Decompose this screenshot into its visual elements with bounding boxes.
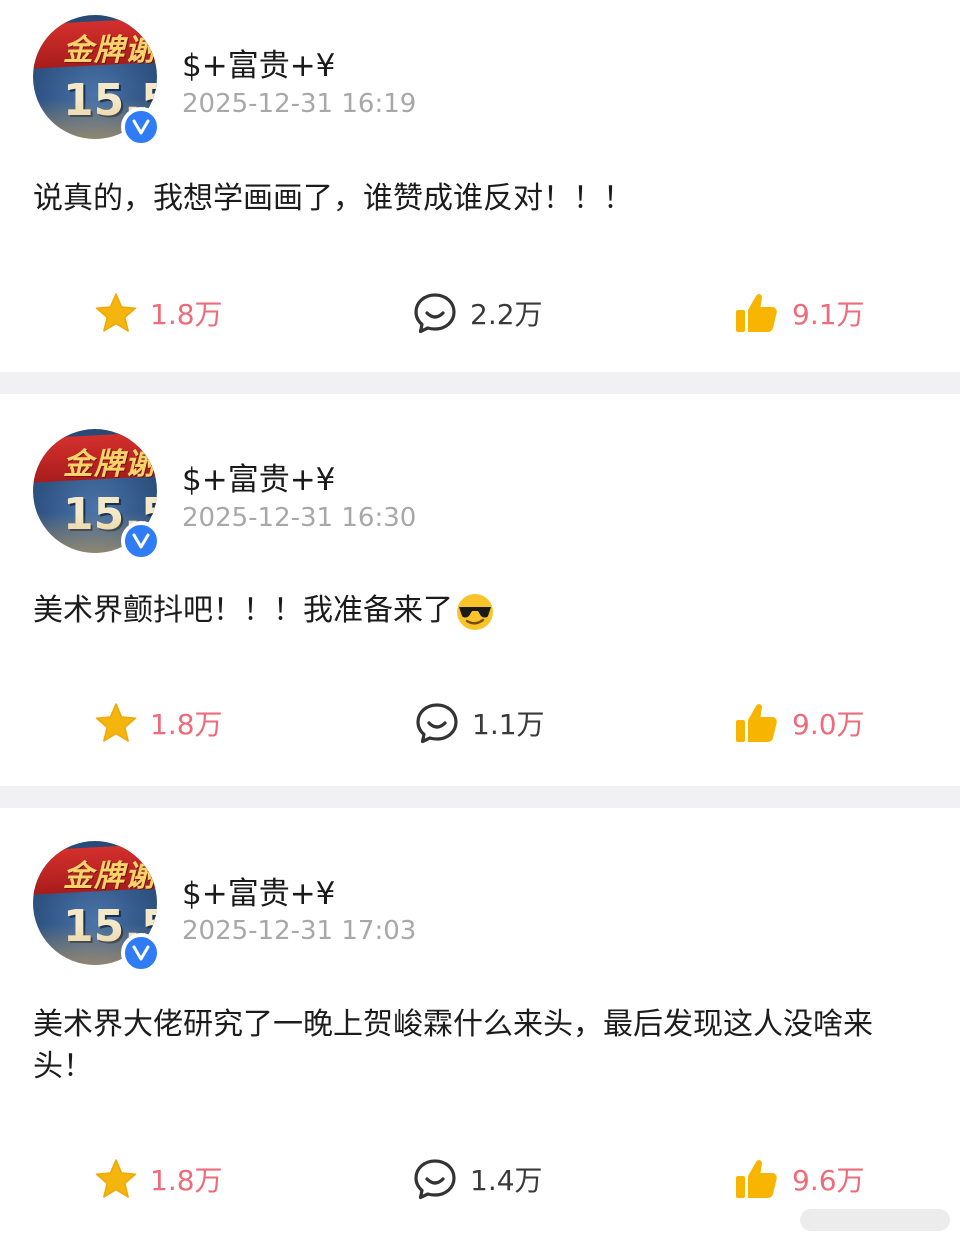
like-count: 9.0万	[792, 708, 865, 741]
comment-count: 1.1万	[472, 708, 545, 741]
comment-count: 1.4万	[470, 1164, 543, 1197]
thumbs-up-icon	[736, 294, 777, 332]
favorite-button[interactable]: 1.8万	[94, 1154, 223, 1204]
comment-icon	[416, 703, 458, 744]
avatar-banner-text: 金牌谢	[63, 33, 156, 68]
username[interactable]: $+富贵+¥	[182, 454, 335, 499]
favorite-button[interactable]: 1.8万	[94, 288, 223, 338]
star-icon	[95, 1159, 137, 1198]
comment-icon	[414, 293, 456, 334]
post-card[interactable]: 金牌谢 15.5 $+富贵+¥ 2025-12-31 16:19 说真的，我想学…	[0, 0, 960, 372]
feed: 金牌谢 15.5 $+富贵+¥ 2025-12-31 16:19 说真的，我想学…	[0, 0, 960, 1239]
like-count: 9.1万	[792, 298, 865, 331]
post-divider	[0, 372, 960, 394]
favorite-button[interactable]: 1.8万	[94, 698, 223, 748]
favorite-count: 1.8万	[150, 708, 223, 741]
post-text: 美术界大佬研究了一晚上贺峻霖什么来头，最后发现这人没啥来头！	[33, 1007, 873, 1084]
comment-button[interactable]: 1.1万	[414, 698, 545, 748]
thumbs-up-icon	[736, 1160, 777, 1198]
thumbs-up-icon	[736, 704, 777, 742]
like-button[interactable]: 9.1万	[734, 288, 865, 338]
comment-count: 2.2万	[470, 298, 543, 331]
comment-icon	[414, 1159, 456, 1200]
timestamp: 2025-12-31 16:19	[182, 89, 417, 119]
like-button[interactable]: 9.6万	[734, 1154, 865, 1204]
star-icon	[95, 293, 137, 332]
post-card[interactable]: 金牌谢 15.5 $+富贵+¥ 2025-12-31 17:03 美术界大佬研究…	[0, 808, 960, 1239]
post-text: 说真的，我想学画画了，谁赞成谁反对！！！	[33, 181, 633, 216]
post-text: 美术界颤抖吧！！！我准备来了	[33, 590, 923, 632]
like-button[interactable]: 9.0万	[734, 698, 865, 748]
comment-button[interactable]: 1.4万	[412, 1154, 543, 1204]
star-icon	[95, 703, 137, 742]
username[interactable]: $+富贵+¥	[182, 868, 335, 913]
avatar-banner-text: 金牌谢	[63, 859, 156, 894]
verified-badge-icon	[121, 933, 161, 973]
verified-badge-icon	[121, 107, 161, 147]
watermark-bar	[800, 1209, 950, 1231]
avatar-banner-text: 金牌谢	[63, 447, 156, 482]
favorite-count: 1.8万	[150, 1164, 223, 1197]
comment-button[interactable]: 2.2万	[412, 288, 543, 338]
verified-badge-icon	[121, 521, 161, 561]
post-card[interactable]: 金牌谢 15.5 $+富贵+¥ 2025-12-31 16:30 美术界颤抖吧！…	[0, 394, 960, 786]
username[interactable]: $+富贵+¥	[182, 40, 335, 85]
sunglasses-emoji	[457, 593, 493, 630]
post-divider	[0, 786, 960, 808]
timestamp: 2025-12-31 16:30	[182, 503, 417, 533]
timestamp: 2025-12-31 17:03	[182, 916, 417, 946]
favorite-count: 1.8万	[150, 298, 223, 331]
like-count: 9.6万	[792, 1164, 865, 1197]
post-text-content: 美术界颤抖吧！！！我准备来了	[33, 593, 453, 628]
